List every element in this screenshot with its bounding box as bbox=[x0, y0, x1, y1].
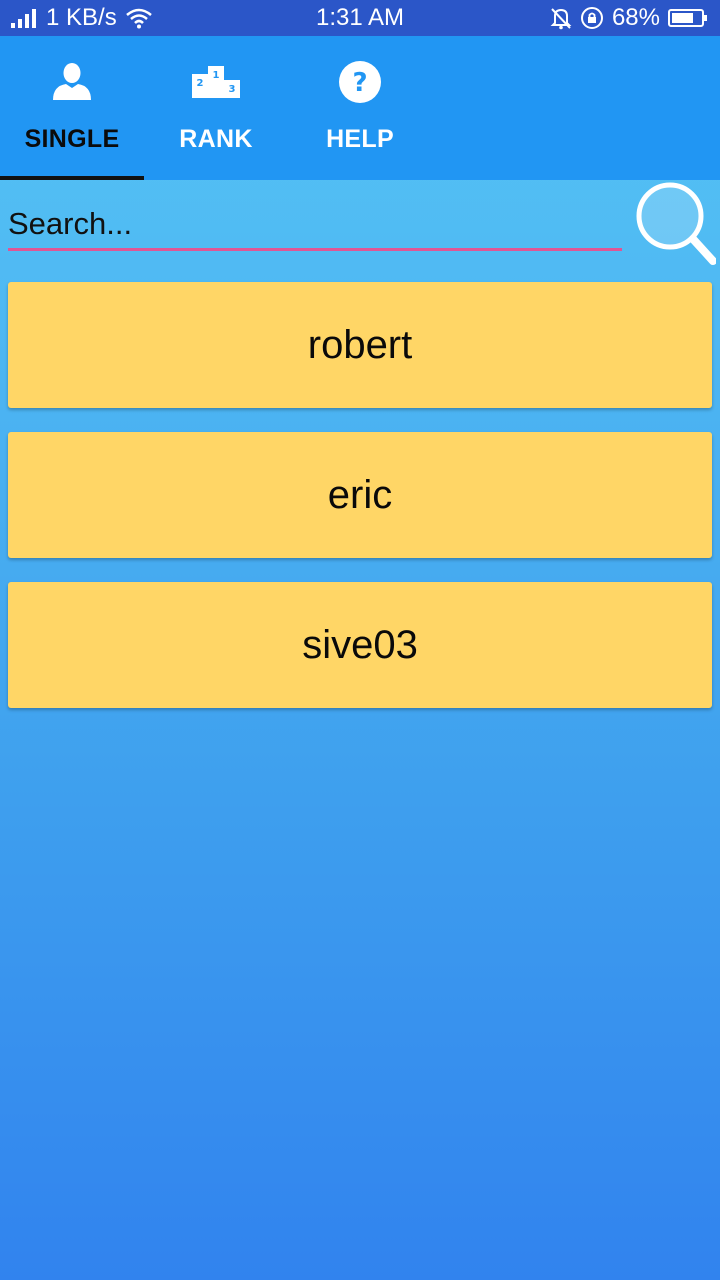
person-icon bbox=[50, 60, 94, 104]
svg-text:1: 1 bbox=[213, 70, 220, 81]
tab-help-label: HELP bbox=[326, 125, 394, 153]
search-underline bbox=[8, 248, 622, 251]
tab-single-label: SINGLE bbox=[24, 125, 120, 153]
help-icon: ? bbox=[338, 60, 382, 104]
battery-icon bbox=[668, 8, 708, 28]
player-name: sive03 bbox=[302, 622, 418, 667]
status-bar: 1 KB/s 1:31 AM 68% bbox=[0, 0, 720, 36]
svg-text:3: 3 bbox=[229, 84, 236, 95]
active-tab-indicator bbox=[0, 176, 144, 180]
list-item-robert[interactable]: robert bbox=[8, 282, 712, 408]
tab-help[interactable]: ? HELP bbox=[288, 36, 432, 180]
battery-percentage: 68% bbox=[611, 4, 660, 31]
podium-icon: 1 2 3 bbox=[191, 60, 241, 104]
search-button[interactable] bbox=[632, 182, 717, 266]
search-icon bbox=[632, 182, 717, 270]
tab-single[interactable]: SINGLE bbox=[0, 36, 144, 180]
player-name: eric bbox=[327, 472, 393, 517]
search-input[interactable] bbox=[8, 198, 622, 250]
tab-rank[interactable]: 1 2 3 RANK bbox=[144, 36, 288, 180]
rotation-lock-icon bbox=[580, 6, 604, 30]
svg-text:?: ? bbox=[352, 68, 367, 98]
list-item-eric[interactable]: eric bbox=[8, 432, 712, 558]
tab-rank-label: RANK bbox=[179, 125, 253, 153]
svg-text:2: 2 bbox=[197, 78, 204, 89]
mute-bell-icon bbox=[550, 6, 572, 30]
player-name: robert bbox=[307, 322, 413, 367]
tab-bar: SINGLE 1 2 3 RANK ? HELP bbox=[0, 36, 720, 180]
list-item-sive03[interactable]: sive03 bbox=[8, 582, 712, 708]
